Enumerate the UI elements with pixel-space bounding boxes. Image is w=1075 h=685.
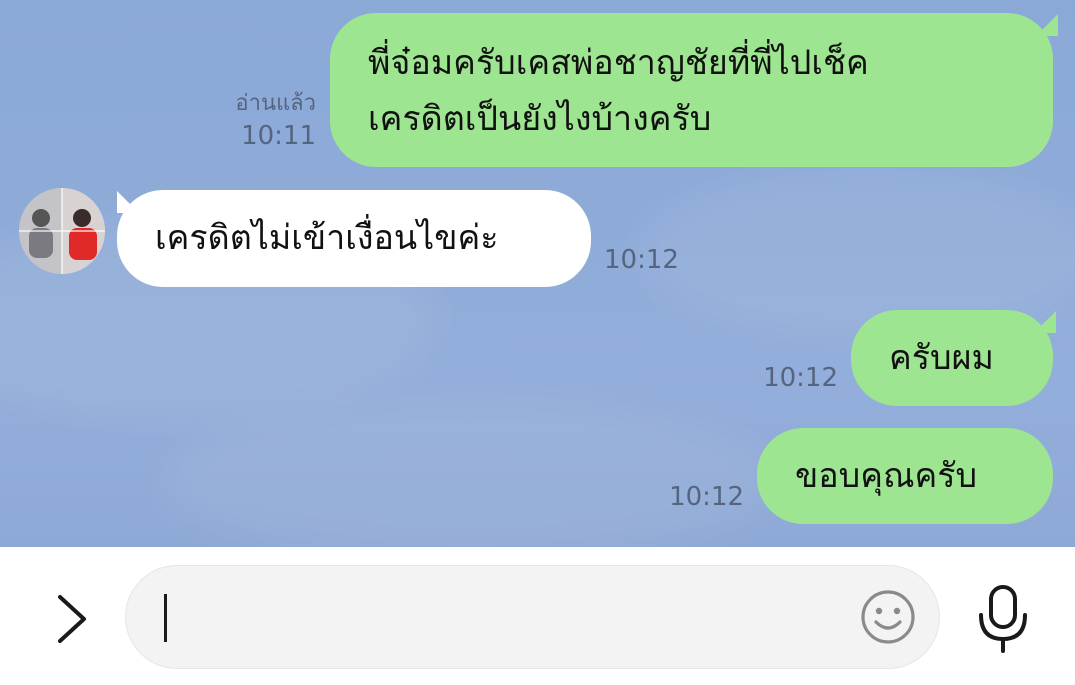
contact-avatar[interactable] [19, 188, 105, 274]
composer-bar [0, 547, 1075, 685]
message-text-line: พี่จ๋อมครับเคสพ่อชาญชัยที่พี่ไปเช็ค [368, 43, 869, 83]
message-timestamp: 10:12 [604, 245, 679, 275]
read-receipt: อ่านแล้ว [235, 91, 316, 116]
message-timestamp: 10:12 [763, 363, 838, 393]
background-cloud [160, 400, 780, 547]
message-meta: อ่านแล้ว 10:11 [170, 88, 316, 152]
message-timestamp: 10:11 [241, 121, 316, 151]
message-bubble-incoming[interactable]: เครดิตไม่เข้าเงื่อนไขค่ะ [117, 190, 591, 287]
avatar-photo [19, 188, 105, 274]
message-text: ครับผม [889, 338, 994, 378]
message-text: เครดิตไม่เข้าเงื่อนไขค่ะ [155, 218, 499, 258]
emoji-smiley-icon[interactable] [859, 588, 917, 646]
message-text-line: เครดิตเป็นยังไงบ้างครับ [368, 99, 712, 139]
message-bubble-outgoing[interactable]: พี่จ๋อมครับเคสพ่อชาญชัยที่พี่ไปเช็ค เครด… [330, 13, 1053, 167]
message-timestamp: 10:12 [669, 482, 744, 512]
chat-area: อ่านแล้ว 10:11 พี่จ๋อมครับเคสพ่อชาญชัยที… [0, 0, 1075, 547]
message-text: ขอบคุณครับ [795, 456, 978, 496]
chevron-right-icon[interactable] [48, 591, 94, 647]
message-input[interactable] [172, 592, 852, 644]
message-bubble-outgoing[interactable]: ครับผม [851, 310, 1053, 406]
message-bubble-outgoing[interactable]: ขอบคุณครับ [757, 428, 1053, 524]
bubble-tail [1036, 14, 1058, 36]
message-input-box[interactable] [125, 565, 940, 669]
text-cursor [164, 594, 167, 642]
bubble-tail [1034, 311, 1056, 333]
microphone-icon[interactable] [972, 583, 1034, 655]
